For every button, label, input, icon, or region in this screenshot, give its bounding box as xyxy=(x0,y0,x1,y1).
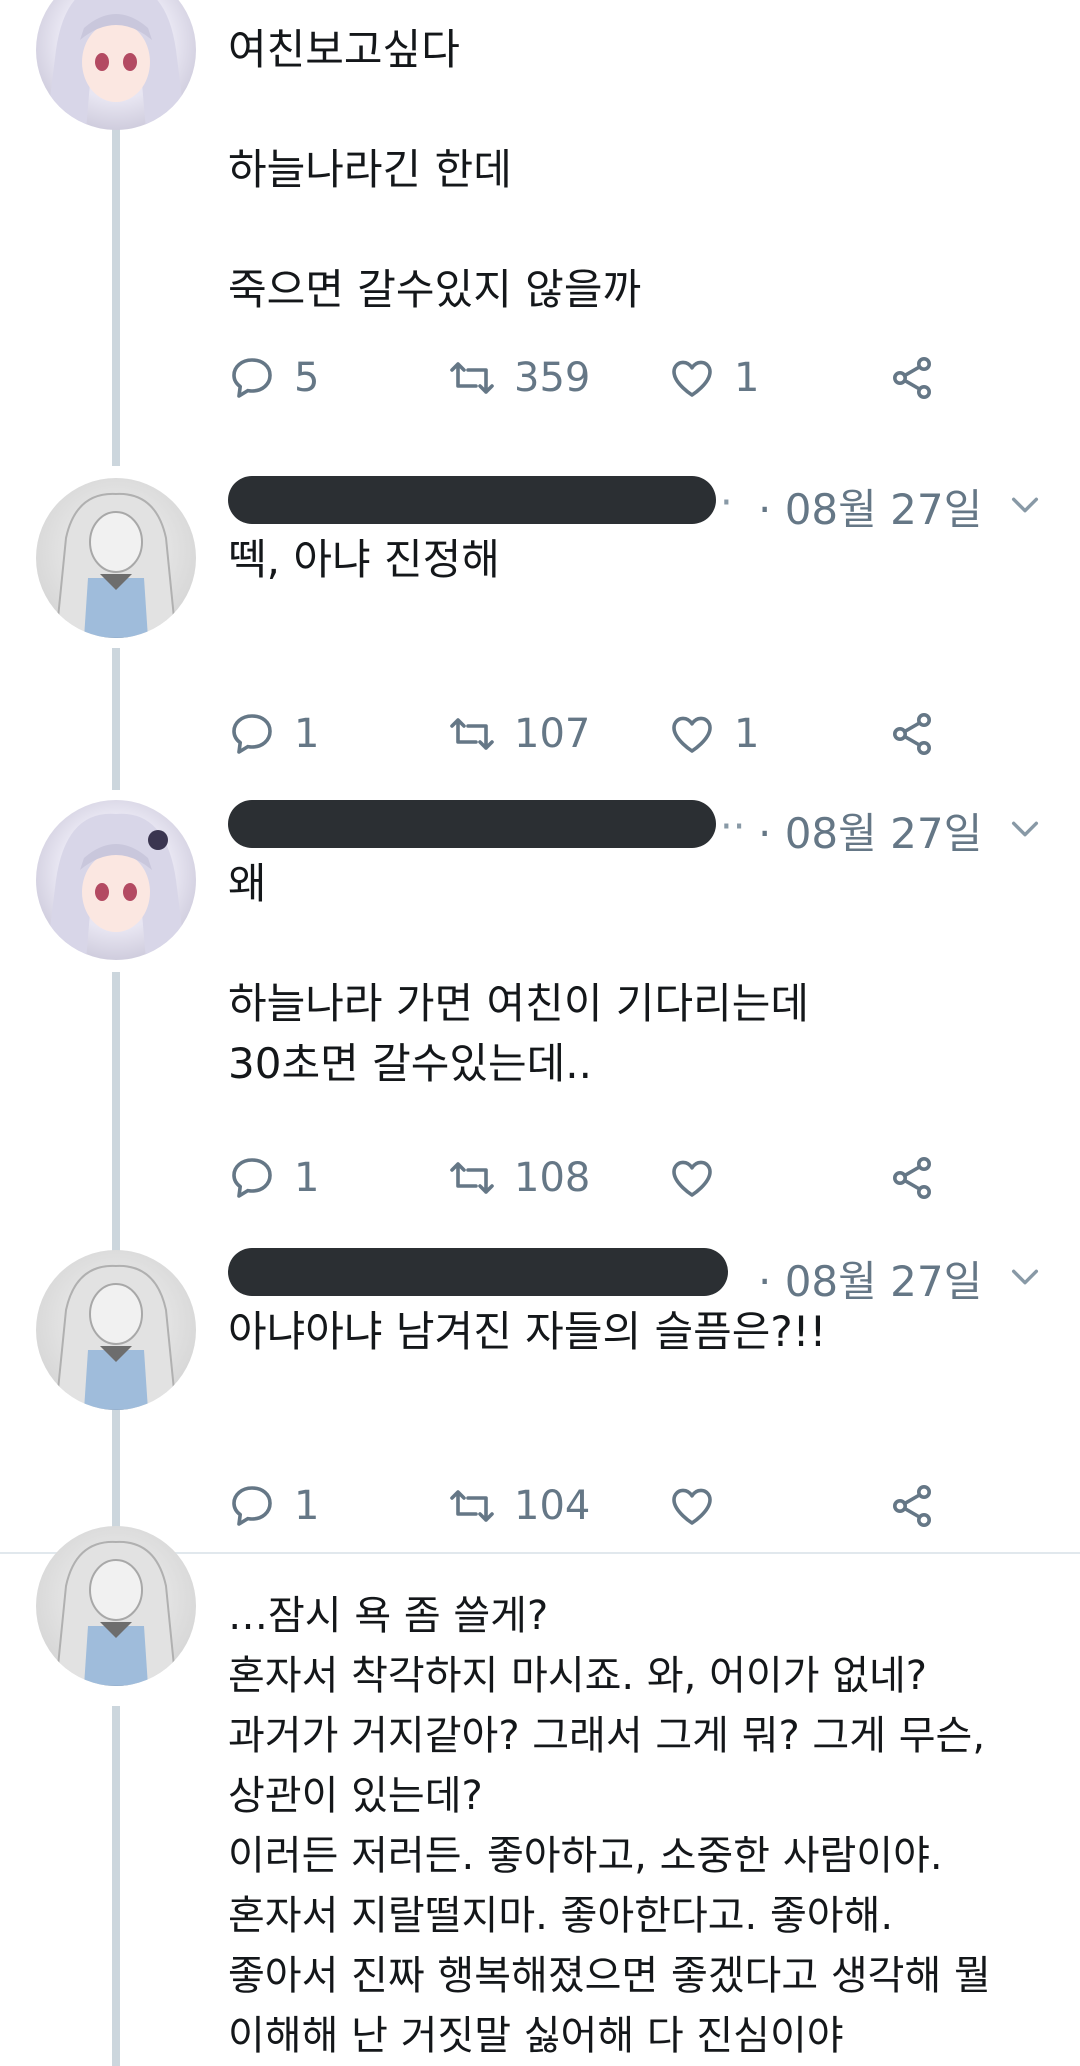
like-icon xyxy=(668,710,716,758)
like-button[interactable]: 1 xyxy=(668,348,759,408)
tweet-header: ·· · 08월 27일 xyxy=(228,800,1060,860)
retweet-count: 107 xyxy=(514,711,591,757)
retweet-button[interactable]: 359 xyxy=(448,348,590,408)
retweet-count: 108 xyxy=(514,1155,591,1201)
tweet-3[interactable]: ·· · 08월 27일 왜 하늘나라 가면 여친이 기다리는데 30초면 갈수… xyxy=(0,792,1080,1418)
tweet-text: 아냐아냐 남겨진 자들의 슬픔은?!! xyxy=(228,1307,827,1356)
like-icon xyxy=(668,1482,716,1530)
reply-button[interactable]: 5 xyxy=(228,348,319,408)
like-count: 1 xyxy=(734,355,760,401)
like-button[interactable] xyxy=(668,1148,734,1208)
tweet-text: 떽, 아냐 진정해 xyxy=(228,535,500,584)
like-count: 1 xyxy=(734,711,760,757)
tweet-text: …잠시 욕 좀 쓸게? 혼자서 착각하지 마시죠. 와, 어이가 없네? 과거가… xyxy=(228,1593,991,2059)
share-button[interactable] xyxy=(888,348,936,408)
chevron-down-icon[interactable] xyxy=(1008,812,1042,846)
reply-icon xyxy=(228,1482,276,1530)
tweet-header: · · 08월 27일 xyxy=(228,476,1060,536)
handle-ellipsis: ·· xyxy=(720,804,746,850)
like-button[interactable]: 1 xyxy=(668,704,759,764)
reply-button[interactable]: 1 xyxy=(228,704,319,764)
avatar[interactable] xyxy=(36,800,196,960)
like-icon xyxy=(668,354,716,402)
reply-count: 1 xyxy=(294,1155,320,1201)
redacted-username xyxy=(228,800,716,848)
reply-button[interactable]: 1 xyxy=(228,1148,319,1208)
sketch-avatar-image xyxy=(36,1250,196,1410)
handle-ellipsis: · xyxy=(720,480,733,526)
reply-count: 1 xyxy=(294,711,320,757)
sketch-avatar-image xyxy=(36,1526,196,1686)
thread-line xyxy=(112,648,120,790)
tweet-1[interactable]: 여친보고싶다 하늘나라긴 한데 죽으면 갈수있지 않을까 5 359 1 xyxy=(0,0,1080,466)
tweet-text: 여친보고싶다 하늘나라긴 한데 죽으면 갈수있지 않을까 xyxy=(228,25,642,314)
tweet-5[interactable]: …잠시 욕 좀 쓸게? 혼자서 착각하지 마시죠. 와, 어이가 없네? 과거가… xyxy=(0,1526,1080,2066)
reply-button[interactable]: 1 xyxy=(228,1476,319,1536)
tweet-actions: 1 108 xyxy=(228,1148,988,1208)
redacted-username xyxy=(228,1248,728,1296)
reply-icon xyxy=(228,1154,276,1202)
thread-line xyxy=(112,110,120,466)
redacted-username xyxy=(228,476,716,524)
tweet-actions: 1 107 1 xyxy=(228,704,988,764)
tweet-actions: 5 359 1 xyxy=(228,348,988,408)
share-button[interactable] xyxy=(888,704,936,764)
tweet-date: · 08월 27일 xyxy=(758,1257,983,1306)
tweet-actions: 1 104 xyxy=(228,1476,988,1536)
retweet-count: 104 xyxy=(514,1483,591,1529)
retweet-icon xyxy=(448,1154,496,1202)
sketch-avatar-image xyxy=(36,478,196,638)
share-icon xyxy=(888,710,936,758)
reply-count: 5 xyxy=(294,355,320,401)
tweet-date: · 08월 27일 xyxy=(758,809,983,858)
anime-avatar-image xyxy=(36,800,196,960)
tweet-date: · 08월 27일 xyxy=(758,485,983,534)
tweet-text: 왜 하늘나라 가면 여친이 기다리는데 30초면 갈수있는데.. xyxy=(228,859,810,1088)
avatar[interactable] xyxy=(36,478,196,638)
share-icon xyxy=(888,1482,936,1530)
share-button[interactable] xyxy=(888,1148,936,1208)
retweet-count: 359 xyxy=(514,355,591,401)
chevron-down-icon[interactable] xyxy=(1008,1260,1042,1294)
reply-count: 1 xyxy=(294,1483,320,1529)
avatar[interactable] xyxy=(36,1250,196,1410)
retweet-button[interactable]: 104 xyxy=(448,1476,590,1536)
tweet-2[interactable]: · · 08월 27일 떽, 아냐 진정해 1 107 1 xyxy=(0,468,1080,790)
retweet-icon xyxy=(448,1482,496,1530)
like-button[interactable] xyxy=(668,1476,734,1536)
tweet-header: · 08월 27일 xyxy=(228,1248,1060,1308)
retweet-button[interactable]: 107 xyxy=(448,704,590,764)
thread-line xyxy=(112,1706,120,2066)
anime-avatar-image xyxy=(36,0,196,130)
share-icon xyxy=(888,354,936,402)
reply-icon xyxy=(228,354,276,402)
avatar[interactable] xyxy=(36,1526,196,1686)
avatar[interactable] xyxy=(36,0,196,130)
share-icon xyxy=(888,1154,936,1202)
retweet-icon xyxy=(448,710,496,758)
share-button[interactable] xyxy=(888,1476,936,1536)
thread-line xyxy=(112,1418,120,1540)
like-icon xyxy=(668,1154,716,1202)
chevron-down-icon[interactable] xyxy=(1008,488,1042,522)
retweet-icon xyxy=(448,354,496,402)
reply-icon xyxy=(228,710,276,758)
tweet-4[interactable]: · 08월 27일 아냐아냐 남겨진 자들의 슬픔은?!! 1 104 xyxy=(0,1240,1080,1540)
retweet-button[interactable]: 108 xyxy=(448,1148,590,1208)
